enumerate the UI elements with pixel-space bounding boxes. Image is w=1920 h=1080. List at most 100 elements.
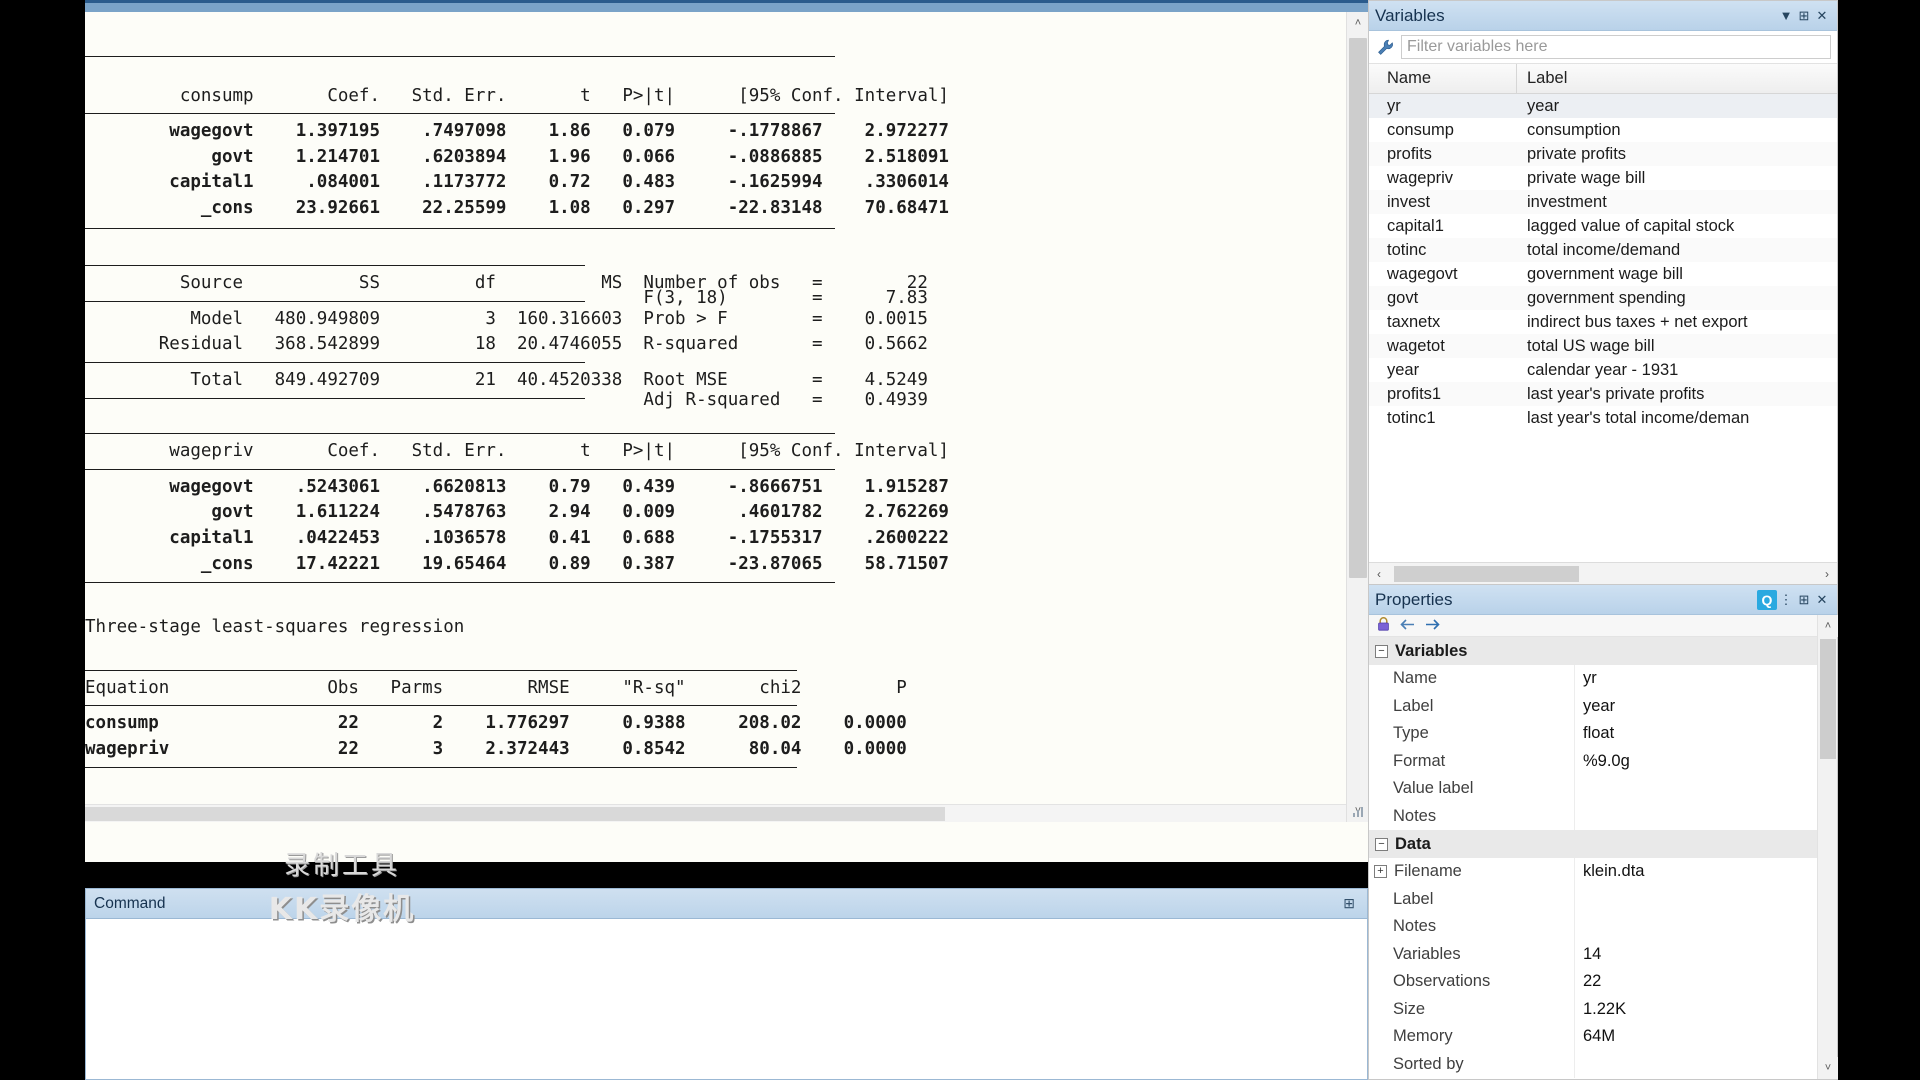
close-icon[interactable]: ✕ <box>1813 592 1831 608</box>
property-row[interactable]: Format %9.0g <box>1369 747 1837 775</box>
filter-dropdown-icon[interactable]: ▼ <box>1777 8 1795 23</box>
property-value[interactable]: year <box>1574 692 1837 720</box>
results-hscrollbar-thumb[interactable] <box>85 807 945 821</box>
variable-row[interactable]: totinc total income/demand <box>1369 238 1837 262</box>
property-value[interactable] <box>1574 775 1837 803</box>
property-value[interactable]: 14 <box>1574 940 1837 968</box>
property-value[interactable]: klein.dta <box>1574 858 1837 886</box>
property-row[interactable]: + Filename klein.dta <box>1369 858 1837 886</box>
variables-scroll-right-button[interactable]: › <box>1817 567 1837 581</box>
pin-icon[interactable]: ⊞ <box>1343 895 1359 912</box>
variable-name: wagetot <box>1387 336 1445 355</box>
results-horizontal-scrollbar[interactable] <box>85 804 1346 822</box>
close-icon[interactable]: ✕ <box>1813 8 1831 24</box>
command-window-titlebar: Command ⊞ <box>86 889 1367 919</box>
property-value[interactable]: yr <box>1574 665 1837 693</box>
results-window-titlebar <box>85 3 1368 12</box>
property-row[interactable]: Notes <box>1369 802 1837 830</box>
property-value[interactable]: %9.0g <box>1574 747 1837 775</box>
variable-label: total US wage bill <box>1527 336 1655 355</box>
collapse-icon[interactable]: − <box>1375 837 1388 851</box>
forward-arrow-icon[interactable] <box>1425 618 1440 633</box>
property-key: Format <box>1393 751 1446 770</box>
variables-scroll-left-button[interactable]: ‹ <box>1369 567 1389 581</box>
property-row[interactable]: Notes <box>1369 913 1837 941</box>
property-value[interactable] <box>1574 913 1837 941</box>
resize-grip-icon[interactable] <box>1352 806 1364 818</box>
property-row[interactable]: Label year <box>1369 692 1837 720</box>
variables-scroll-track[interactable] <box>1389 563 1817 584</box>
property-row[interactable]: Memory 64M <box>1369 1023 1837 1051</box>
variables-hscrollbar-thumb[interactable] <box>1394 566 1579 582</box>
command-input[interactable] <box>86 919 1367 1079</box>
variable-row[interactable]: invest investment <box>1369 190 1837 214</box>
results-output-area[interactable]: consump Coef. Std. Err. t P>|t| [95% Con… <box>85 12 1346 822</box>
property-value[interactable]: float <box>1574 720 1837 748</box>
property-row[interactable]: Type float <box>1369 720 1837 748</box>
property-row[interactable]: Sorted by <box>1369 1050 1837 1078</box>
variables-list[interactable]: yr year consump consumption profits private p… <box>1369 94 1837 462</box>
property-row[interactable]: Name yr <box>1369 665 1837 693</box>
output-gap-3 <box>85 589 1346 615</box>
properties-panel: Properties Q ⋮ ⊞ ✕ − Variables Name yr L… <box>1368 585 1838 1080</box>
properties-tree[interactable]: − Variables Name yr Label year Type float Format… <box>1369 637 1837 1078</box>
variable-row[interactable]: capital1 lagged value of capital stock <box>1369 214 1837 238</box>
variables-filter-input[interactable] <box>1401 35 1831 59</box>
variable-row[interactable]: profits1 last year's private profits <box>1369 382 1837 406</box>
property-value[interactable]: 64M <box>1574 1023 1837 1051</box>
properties-group-header[interactable]: − Data <box>1369 830 1837 858</box>
property-key: Variables <box>1393 944 1461 963</box>
results-scrollbar-thumb[interactable] <box>1349 38 1367 578</box>
lock-icon[interactable] <box>1377 617 1390 634</box>
property-value[interactable]: 22 <box>1574 968 1837 996</box>
back-arrow-icon[interactable] <box>1400 618 1415 633</box>
wrench-icon[interactable] <box>1375 37 1395 57</box>
variable-name: yr <box>1387 96 1401 115</box>
results-vertical-scrollbar[interactable]: ˄ ˅ <box>1346 12 1369 822</box>
variable-row[interactable]: govt government spending <box>1369 286 1837 310</box>
variable-row[interactable]: taxnetx indirect bus taxes + net export <box>1369 310 1837 334</box>
variables-horizontal-scrollbar[interactable]: ‹ › <box>1369 562 1837 584</box>
options-icon[interactable]: ⋮ <box>1777 592 1795 608</box>
results-scroll-up-button[interactable]: ˄ <box>1347 12 1369 34</box>
property-key: Notes <box>1393 806 1437 825</box>
property-value[interactable]: 1.22K <box>1574 995 1837 1023</box>
property-row[interactable]: Observations 22 <box>1369 968 1837 996</box>
properties-scroll-down-button[interactable]: ˅ <box>1818 1057 1838 1079</box>
variable-row[interactable]: totinc1 last year's total income/deman <box>1369 406 1837 430</box>
properties-vertical-scrollbar[interactable]: ˄ ˅ <box>1817 615 1838 1079</box>
property-row[interactable]: Variables 14 <box>1369 940 1837 968</box>
property-value[interactable] <box>1574 885 1837 913</box>
property-value[interactable] <box>1574 802 1837 830</box>
variable-label: lagged value of capital stock <box>1527 216 1735 235</box>
variables-header-name[interactable]: Name <box>1369 64 1517 93</box>
properties-group-header[interactable]: − Variables <box>1369 637 1837 665</box>
property-row[interactable]: Value label <box>1369 775 1837 803</box>
properties-scrollbar-thumb[interactable] <box>1820 639 1836 759</box>
property-row[interactable]: Size 1.22K <box>1369 995 1837 1023</box>
pin-icon[interactable]: ⊞ <box>1795 592 1813 608</box>
output-gap-4 <box>85 640 1346 666</box>
properties-scroll-up-button[interactable]: ˄ <box>1818 615 1838 637</box>
variable-label: year <box>1527 96 1560 115</box>
variable-row[interactable]: wagegovt government wage bill <box>1369 262 1837 286</box>
collapse-icon[interactable]: − <box>1375 644 1388 658</box>
variable-row[interactable]: wagetot total US wage bill <box>1369 334 1837 358</box>
variable-label: calendar year - 1931 <box>1527 360 1679 379</box>
property-row[interactable]: Label <box>1369 885 1837 913</box>
quick-help-badge[interactable]: Q <box>1757 589 1777 610</box>
variable-name: taxnetx <box>1387 312 1441 331</box>
variables-header-label[interactable]: Label <box>1517 64 1837 93</box>
pin-icon[interactable]: ⊞ <box>1795 8 1813 24</box>
wagepriv-header-row: wagepriv Coef. Std. Err. t P>|t| [95% Co… <box>85 441 949 462</box>
variable-row[interactable]: consump consumption <box>1369 118 1837 142</box>
variable-label: total income/demand <box>1527 240 1681 259</box>
variable-row[interactable]: profits private profits <box>1369 142 1837 166</box>
variable-row[interactable]: yr year <box>1369 94 1837 118</box>
properties-group-label: Data <box>1395 834 1431 853</box>
property-value[interactable] <box>1574 1050 1837 1078</box>
variable-row[interactable]: wagepriv private wage bill <box>1369 166 1837 190</box>
variables-panel: Variables ▼ ⊞ ✕ Name Label yr year consump… <box>1368 0 1838 585</box>
variable-row[interactable]: year calendar year - 1931 <box>1369 358 1837 382</box>
expand-icon[interactable]: + <box>1374 865 1387 879</box>
